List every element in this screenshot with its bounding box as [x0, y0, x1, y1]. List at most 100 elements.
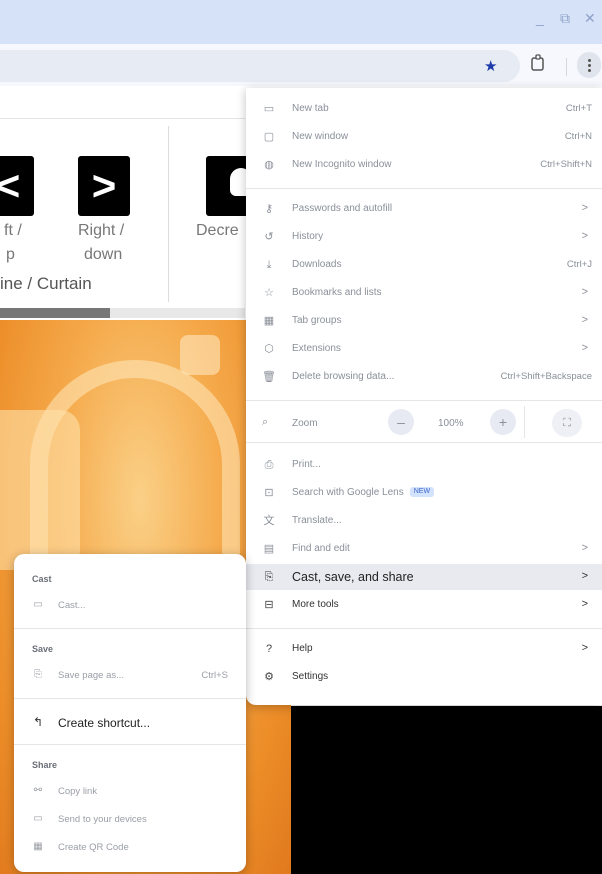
menu-label: Cast, save, and share: [292, 570, 414, 584]
save-section-header: Save: [32, 644, 54, 654]
zoom-divider: [524, 406, 525, 438]
menu-label: Translate...: [292, 515, 342, 526]
new-badge: NEW: [409, 487, 435, 498]
submenu-label: Copy link: [58, 786, 98, 797]
address-bar[interactable]: [0, 50, 520, 82]
toolbar-divider: [566, 58, 567, 76]
new-tab-icon: ▭: [263, 103, 275, 115]
bookmark-star-icon[interactable]: ★: [484, 57, 497, 75]
menu-item-new-tab[interactable]: ▭ New tab Ctrl+T: [246, 96, 602, 122]
new-window-icon: ▢: [263, 131, 275, 143]
find-edit-icon: ▤: [263, 543, 275, 555]
menu-label: Settings: [292, 671, 329, 682]
menu-item-tab-groups[interactable]: ▦ Tab groups >: [246, 308, 602, 334]
chevron-right-icon: >: [581, 230, 588, 242]
menu-item-print[interactable]: ⎙ Print...: [246, 452, 602, 478]
label-left-up-2: p: [6, 246, 15, 263]
right-down-tile[interactable]: >: [78, 156, 130, 216]
tab-groups-icon: ▦: [263, 315, 275, 327]
menu-shortcut: Ctrl+T: [565, 103, 592, 114]
incognito-icon: ◍: [264, 159, 274, 171]
submenu-item-create-qr-code[interactable]: ▦ Create QR Code: [14, 836, 246, 860]
submenu-item-cast[interactable]: ▭ Cast...: [14, 594, 246, 618]
zoom-out-button[interactable]: –: [388, 409, 414, 435]
menu-item-downloads[interactable]: ⤓ Downloads Ctrl+J: [246, 252, 602, 278]
submenu-item-send-to-devices[interactable]: ▭ Send to your devices: [14, 808, 246, 832]
menu-label: More tools: [292, 599, 339, 610]
zoom-in-button[interactable]: +: [490, 409, 516, 435]
chrome-menu-button[interactable]: [577, 52, 601, 78]
submenu-label: Save page as...: [58, 670, 125, 681]
toolbox-icon: ⊟: [264, 599, 274, 611]
submenu-item-save-page[interactable]: ⎘ Save page as... Ctrl+S: [14, 664, 246, 688]
restore-button[interactable]: ⧉: [560, 10, 570, 27]
zoom-value: 100%: [438, 418, 464, 429]
gear-icon: ⚙: [264, 671, 274, 683]
menu-separator: [246, 188, 602, 189]
cast-section-header: Cast: [32, 574, 52, 584]
chevron-right-icon: >: [581, 286, 588, 298]
label-left-up-1: ft /: [4, 222, 22, 239]
hero-seat-shape: [0, 410, 80, 570]
menu-item-cast-save-share[interactable]: ⎘ Cast, save, and share >: [246, 564, 602, 590]
menu-label: Help: [292, 643, 313, 654]
menu-shortcut: Ctrl+Shift+N: [540, 159, 592, 170]
menu-item-settings[interactable]: ⚙ Settings: [246, 664, 602, 690]
menu-label: Print...: [292, 459, 321, 470]
menu-item-more-tools[interactable]: ⊟ More tools >: [246, 592, 602, 618]
chevron-right-icon: >: [581, 314, 588, 326]
cast-save-share-submenu: Cast ▭ Cast... Save ⎘ Save page as... Ct…: [14, 554, 246, 872]
submenu-separator: [14, 628, 246, 629]
menu-item-delete-browsing-data[interactable]: 🗑 Delete browsing data... Ctrl+Shift+Bac…: [246, 364, 602, 390]
menu-label: New Incognito window: [292, 159, 392, 170]
menu-item-translate[interactable]: 文 Translate...: [246, 508, 602, 534]
group-label: ine / Curtain: [0, 274, 92, 293]
dark-panel: [291, 706, 602, 874]
link-icon: ⚯: [33, 785, 43, 796]
menu-item-passwords-autofill[interactable]: ⚷ Passwords and autofill >: [246, 196, 602, 222]
zoom-label: Zoom: [292, 418, 318, 429]
menu-label: Search with Google Lens NEW: [292, 487, 435, 498]
menu-item-find-edit[interactable]: ▤ Find and edit >: [246, 536, 602, 562]
close-button[interactable]: ✕: [584, 10, 596, 27]
chevron-right-icon: >: [581, 542, 588, 554]
chrome-main-menu: ▭ New tab Ctrl+T ▢ New window Ctrl+N ◍ N…: [246, 88, 602, 705]
cast-icon: ▭: [33, 599, 43, 610]
page-divider: [0, 118, 245, 119]
menu-item-history[interactable]: ↺ History >: [246, 224, 602, 250]
share-section-header: Share: [32, 760, 58, 770]
submenu-label: Create shortcut...: [58, 716, 151, 730]
menu-item-help[interactable]: ? Help >: [246, 636, 602, 662]
left-up-tile[interactable]: <: [0, 156, 34, 216]
label-right-down-2: down: [84, 246, 123, 263]
menu-item-new-incognito-window[interactable]: ◍ New Incognito window Ctrl+Shift+N: [246, 152, 602, 178]
submenu-item-create-shortcut[interactable]: ↰ Create shortcut...: [14, 710, 246, 734]
print-icon: ⎙: [264, 459, 274, 471]
submenu-separator: [14, 698, 246, 699]
menu-label: Extensions: [292, 343, 341, 354]
minimize-button[interactable]: _: [536, 10, 544, 26]
download-icon: ⤓: [266, 259, 272, 271]
menu-item-bookmarks-lists[interactable]: ☆ Bookmarks and lists >: [246, 280, 602, 306]
history-icon: ↺: [264, 231, 274, 243]
menu-shortcut: Ctrl+J: [566, 259, 592, 270]
label-decrease: Decre: [196, 222, 239, 239]
menu-item-new-window[interactable]: ▢ New window Ctrl+N: [246, 124, 602, 150]
menu-label: Bookmarks and lists: [292, 287, 382, 298]
menu-label: Passwords and autofill: [292, 203, 393, 214]
menu-label: Downloads: [292, 259, 342, 270]
lightbulb-icon[interactable]: [206, 156, 252, 216]
submenu-shortcut: Ctrl+S: [201, 670, 228, 681]
menu-item-google-lens[interactable]: ⊡ Search with Google Lens NEW: [246, 480, 602, 506]
menu-separator: [246, 442, 602, 443]
menu-label: New tab: [292, 103, 329, 114]
cast-save-share-icon: ⎘: [264, 571, 274, 583]
fullscreen-button[interactable]: ⛶: [552, 409, 582, 437]
extensions-puzzle-icon[interactable]: [530, 54, 546, 72]
scrollbar-thumb[interactable]: [0, 308, 110, 318]
submenu-label: Cast...: [58, 600, 86, 611]
submenu-item-copy-link[interactable]: ⚯ Copy link: [14, 780, 246, 804]
zoom-icon: ⌕: [262, 416, 269, 428]
menu-label: New window: [292, 131, 349, 142]
menu-item-extensions[interactable]: ⬡ Extensions >: [246, 336, 602, 362]
